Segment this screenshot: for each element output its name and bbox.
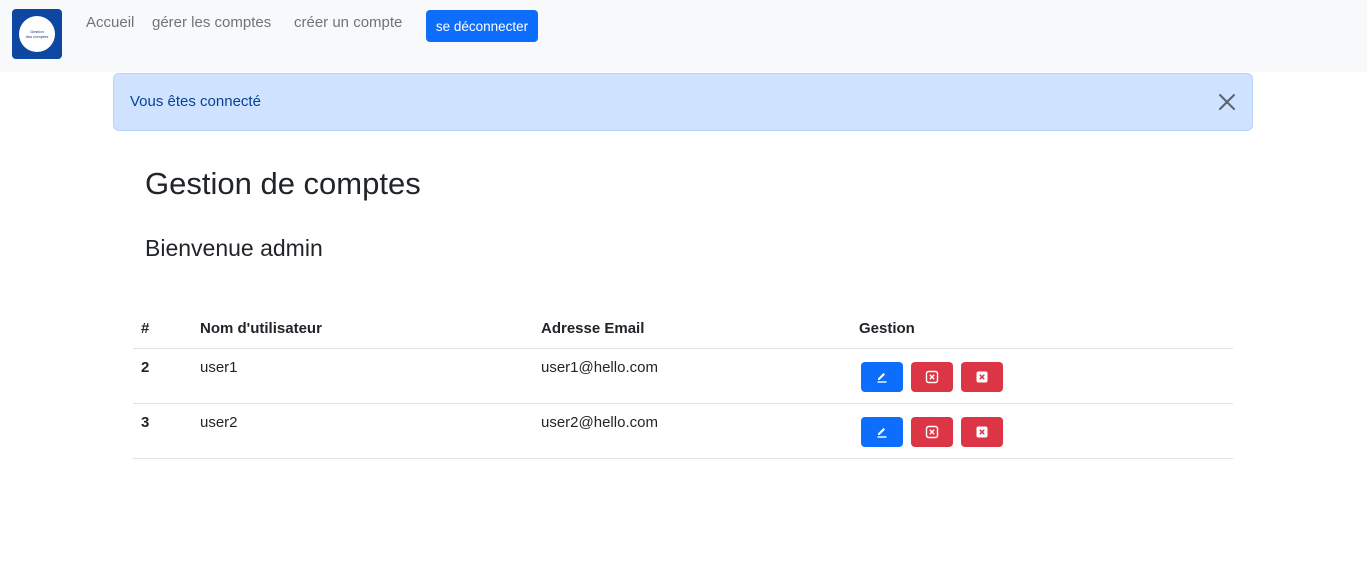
page-title: Gestion de comptes <box>145 166 421 201</box>
x-square-icon <box>925 425 939 438</box>
table-row: 2 user1 user1@hello.com <box>133 348 1233 404</box>
remove-button[interactable] <box>961 416 1003 447</box>
header-email: Adresse Email <box>533 310 851 349</box>
pencil-icon <box>877 372 887 383</box>
alert-message: Vous êtes connecté <box>130 93 261 110</box>
navbar: Gestion des comptes Accueil gérer les co… <box>0 0 1367 72</box>
pencil-icon <box>877 427 887 438</box>
nav-link-accueil[interactable]: Accueil <box>86 14 134 32</box>
cell-id: 3 <box>133 403 192 459</box>
cell-actions <box>851 403 1233 459</box>
welcome-subtitle: Bienvenue admin <box>145 235 323 261</box>
header-username: Nom d'utilisateur <box>192 310 533 349</box>
delete-button[interactable] <box>911 361 953 392</box>
logout-button[interactable]: se déconnecter <box>426 10 538 42</box>
cell-username: user1 <box>192 348 533 404</box>
alert-success: Vous êtes connecté <box>113 73 1253 131</box>
edit-button[interactable] <box>861 361 903 392</box>
logo-badge: Gestion des comptes <box>19 16 55 52</box>
header-gestion: Gestion <box>851 310 1233 349</box>
table-row: 3 user2 user2@hello.com <box>133 403 1233 459</box>
header-id: # <box>133 310 192 349</box>
cell-id: 2 <box>133 348 192 404</box>
accounts-table: # Nom d'utilisateur Adresse Email Gestio… <box>133 310 1233 459</box>
nav-link-creer-compte[interactable]: créer un compte <box>294 14 402 32</box>
nav-link-gerer-comptes[interactable]: gérer les comptes <box>152 14 271 32</box>
x-square-icon <box>925 370 939 383</box>
edit-button[interactable] <box>861 416 903 447</box>
cell-username: user2 <box>192 403 533 459</box>
logo-text-line2: des comptes <box>25 34 49 39</box>
cell-actions <box>851 348 1233 404</box>
delete-button[interactable] <box>911 416 953 447</box>
close-icon[interactable] <box>1216 91 1238 113</box>
remove-button[interactable] <box>961 361 1003 392</box>
logo[interactable]: Gestion des comptes <box>12 9 62 59</box>
cell-email: user1@hello.com <box>533 348 851 404</box>
x-square-fill-icon <box>976 371 988 382</box>
cell-email: user2@hello.com <box>533 403 851 459</box>
table-header-row: # Nom d'utilisateur Adresse Email Gestio… <box>133 310 1233 349</box>
x-square-fill-icon <box>976 426 988 437</box>
